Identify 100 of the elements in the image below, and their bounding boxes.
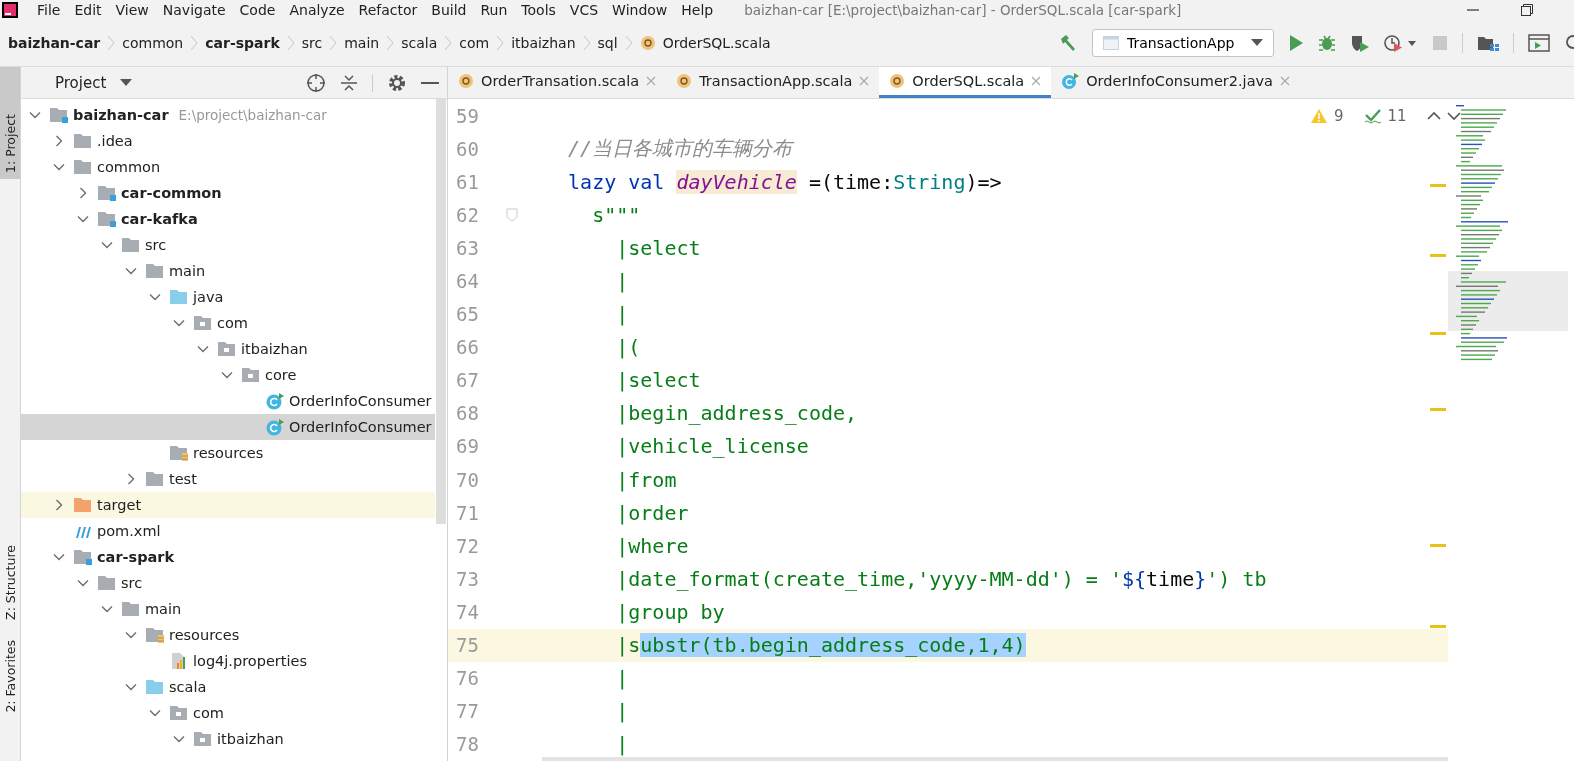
menu-item[interactable]: View [108, 2, 156, 18]
scrollbar-thumb[interactable] [436, 99, 446, 524]
tree-item[interactable]: itbaizhan [21, 336, 435, 362]
coverage-icon[interactable] [1350, 34, 1370, 52]
tree-item[interactable]: main [21, 258, 435, 284]
tree-item[interactable]: com [21, 700, 435, 726]
project-structure-icon[interactable] [1477, 34, 1499, 52]
chevron-down-icon[interactable] [77, 213, 89, 225]
breadcrumb-item[interactable]: OrderSQL.scala [662, 35, 771, 51]
collapse-icon[interactable] [340, 72, 358, 93]
chevron-right-icon[interactable] [53, 499, 65, 511]
tree-item[interactable]: scala [21, 674, 435, 700]
tree-item[interactable]: OrderInfoConsumer [21, 388, 435, 414]
chevron-down-icon[interactable] [101, 239, 113, 251]
tree-item[interactable]: resources [21, 440, 435, 466]
tree-item[interactable]: .idea [21, 128, 435, 154]
chevron-down-icon[interactable] [53, 161, 65, 173]
dropdown-caret-icon[interactable] [120, 78, 133, 87]
tree-item[interactable]: car-kafka [21, 206, 435, 232]
locate-icon[interactable] [306, 72, 326, 93]
tool-window-tab[interactable]: 2: Favorites [0, 633, 20, 719]
search-icon[interactable] [1564, 34, 1574, 52]
run-config-dropdown[interactable]: TransactionApp [1092, 29, 1274, 57]
chevron-down-icon[interactable] [125, 265, 137, 277]
breadcrumb-item[interactable]: car-spark [205, 35, 280, 51]
editor-tab[interactable]: OrderTransation.scala [448, 67, 667, 98]
tree-item[interactable]: pom.xml [21, 518, 435, 544]
chevron-down-icon[interactable] [53, 551, 65, 563]
menu-item[interactable]: Window [605, 2, 675, 18]
close-icon[interactable] [1031, 76, 1042, 86]
chevron-up-icon[interactable] [1426, 111, 1441, 121]
breadcrumb-item[interactable]: scala [401, 35, 438, 51]
chevron-down-icon[interactable] [173, 317, 185, 329]
chevron-right-icon[interactable] [77, 187, 89, 199]
profiler-icon[interactable] [1384, 34, 1418, 52]
menu-item[interactable]: Code [232, 2, 283, 18]
chevron-down-icon[interactable] [221, 369, 233, 381]
check-icon[interactable] [1363, 108, 1382, 124]
breadcrumb-item[interactable]: src [301, 35, 323, 51]
tree-item[interactable]: test [21, 466, 435, 492]
breadcrumb-item[interactable]: baizhan-car [8, 35, 101, 51]
chevron-down-icon[interactable] [149, 291, 161, 303]
warning-count[interactable]: 9 [1334, 107, 1344, 125]
tree-item[interactable]: baizhan-car E:\project\baizhan-car [21, 102, 435, 128]
chevron-down-icon[interactable] [29, 109, 41, 121]
menu-item[interactable]: VCS [562, 2, 606, 18]
debug-icon[interactable] [1318, 34, 1336, 52]
tree-item[interactable]: common [21, 154, 435, 180]
menu-item[interactable]: Analyze [282, 2, 352, 18]
breadcrumb-item[interactable]: itbaizhan [511, 35, 576, 51]
restore-icon[interactable] [1520, 3, 1534, 17]
editor-tab[interactable]: TransactionApp.scala [666, 67, 880, 98]
hammer-icon[interactable] [1058, 33, 1078, 53]
fold-marker-icon[interactable] [505, 207, 518, 222]
chevron-down-icon[interactable] [1446, 111, 1461, 121]
menu-item[interactable]: Run [473, 2, 515, 18]
menu-item[interactable]: Edit [67, 2, 109, 18]
chevron-down-icon[interactable] [173, 733, 185, 745]
chevron-down-icon[interactable] [125, 681, 137, 693]
tree-item[interactable]: core [21, 362, 435, 388]
tree-item[interactable]: car-common [21, 180, 435, 206]
menu-item[interactable]: Refactor [351, 2, 425, 18]
close-icon[interactable] [1280, 76, 1290, 86]
tree-item[interactable]: java [21, 284, 435, 310]
tree-item[interactable]: target [21, 492, 435, 518]
panel-title[interactable]: Project [55, 73, 107, 92]
menu-item[interactable]: File [30, 2, 68, 18]
tree-item[interactable]: src [21, 232, 435, 258]
breadcrumb-item[interactable]: main [344, 35, 380, 51]
close-icon[interactable] [859, 76, 870, 86]
tree-item[interactable]: log4j.properties [21, 648, 435, 674]
menu-item[interactable]: Navigate [155, 2, 233, 18]
chevron-down-icon[interactable] [77, 577, 89, 589]
breadcrumb-item[interactable]: sql [597, 35, 618, 51]
breadcrumb-item[interactable]: com [459, 35, 490, 51]
editor-tab[interactable]: OrderSQL.scala [879, 67, 1052, 98]
tool-window-tab[interactable]: 1: Project [0, 67, 20, 179]
tree-item[interactable]: OrderInfoConsumer [21, 414, 435, 440]
tree-item[interactable]: main [21, 596, 435, 622]
tool-window-tab[interactable]: Z: Structure [0, 539, 20, 626]
terminal-icon[interactable] [1528, 34, 1550, 52]
breadcrumb-item[interactable]: common [122, 35, 184, 51]
tree-item[interactable]: src [21, 570, 435, 596]
chevron-right-icon[interactable] [125, 473, 137, 485]
editor-tab[interactable]: OrderInfoConsumer2.java [1051, 67, 1300, 98]
chevron-down-icon[interactable] [125, 629, 137, 641]
settings-icon[interactable] [387, 72, 407, 93]
menu-item[interactable]: Build [424, 2, 474, 18]
close-icon[interactable] [646, 76, 657, 86]
tree-item[interactable]: resources [21, 622, 435, 648]
weak-warning-count[interactable]: 11 [1387, 107, 1407, 125]
menu-item[interactable]: Tools [514, 2, 563, 18]
chevron-down-icon[interactable] [101, 603, 113, 615]
chevron-down-icon[interactable] [197, 343, 209, 355]
tree-item[interactable]: com [21, 310, 435, 336]
menu-item[interactable]: Help [674, 2, 721, 18]
run-icon[interactable] [1288, 34, 1304, 52]
chevron-down-icon[interactable] [149, 707, 161, 719]
chevron-right-icon[interactable] [53, 135, 65, 147]
tree-item[interactable]: car-spark [21, 544, 435, 570]
